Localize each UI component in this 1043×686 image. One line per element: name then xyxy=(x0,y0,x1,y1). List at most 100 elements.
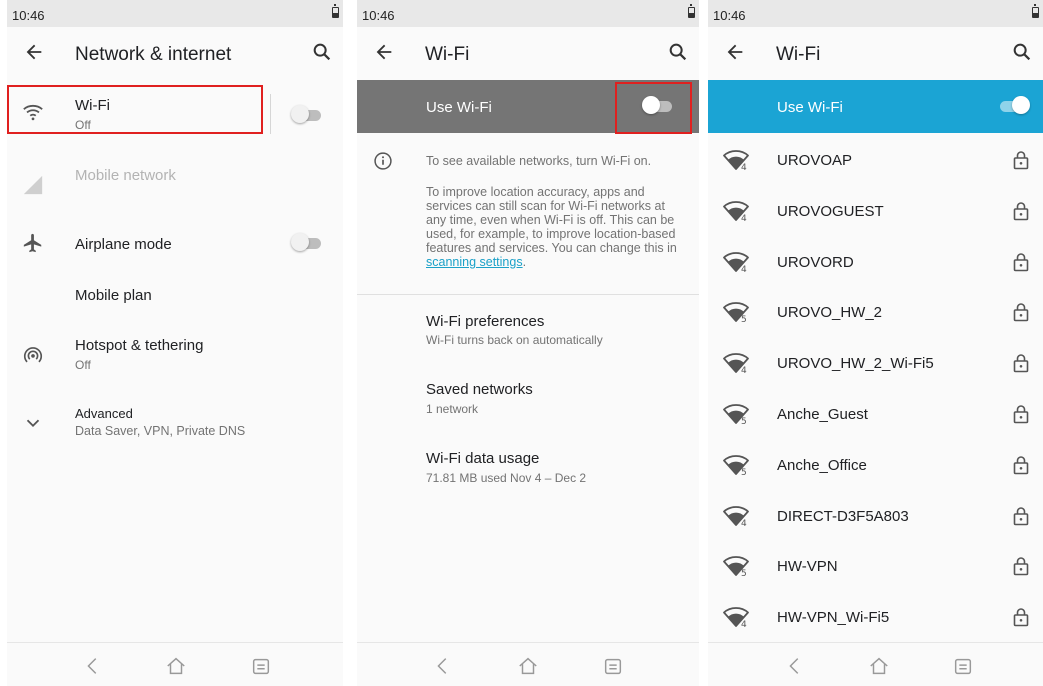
highlight-box xyxy=(615,82,692,134)
nav-home-icon[interactable] xyxy=(517,655,539,677)
info-text-turn-on: To see available networks, turn Wi-Fi on… xyxy=(426,154,652,168)
divider xyxy=(357,294,699,295)
page-title: Wi-Fi xyxy=(776,44,821,65)
back-arrow-icon[interactable] xyxy=(724,41,746,63)
nav-menu-icon[interactable] xyxy=(250,655,272,677)
list-item-wifi-preferences[interactable]: Wi-Fi preferences Wi-Fi turns back on au… xyxy=(357,304,699,362)
search-icon[interactable] xyxy=(667,41,689,63)
use-wifi-label: Use Wi-Fi xyxy=(426,99,492,116)
status-time: 10:46 xyxy=(713,8,746,23)
wifi-signal-icon: 4 xyxy=(723,150,749,171)
wifi-signal-icon: 4 xyxy=(723,505,749,527)
page-title: Network & internet xyxy=(75,44,232,65)
search-icon[interactable] xyxy=(311,41,333,63)
saved-networks-sub: 1 network xyxy=(426,402,479,416)
airplane-mode-label: Airplane mode xyxy=(75,236,172,253)
scanning-settings-link[interactable]: scanning settings xyxy=(426,255,523,269)
nav-home-icon[interactable] xyxy=(868,655,890,677)
svg-text:4: 4 xyxy=(741,620,747,628)
wifi-preferences-sub: Wi-Fi turns back on automatically xyxy=(426,333,603,347)
wifi-toggle[interactable] xyxy=(291,105,323,123)
network-item[interactable]: 4 UROVOGUEST xyxy=(708,186,1043,237)
svg-text:4: 4 xyxy=(741,214,747,222)
list-item-wifi-data-usage[interactable]: Wi-Fi data usage 71.81 MB used Nov 4 – D… xyxy=(357,441,699,499)
nav-back-icon[interactable] xyxy=(82,655,104,677)
back-arrow-icon[interactable] xyxy=(373,41,395,63)
network-item[interactable]: 5 HW-VPN xyxy=(708,541,1043,592)
lock-icon xyxy=(1013,608,1029,627)
nav-menu-icon[interactable] xyxy=(602,655,624,677)
app-bar: Network & internet xyxy=(7,27,343,80)
wifi-signal-icon: 5 xyxy=(723,454,749,476)
svg-text:5: 5 xyxy=(741,569,747,577)
list-item-advanced[interactable]: Advanced Data Saver, VPN, Private DNS xyxy=(7,396,343,446)
network-item[interactable]: 4 UROVO_HW_2_Wi-Fi5 xyxy=(708,338,1043,389)
lock-icon xyxy=(1013,303,1029,322)
list-item-hotspot[interactable]: Hotspot & tethering Off xyxy=(7,326,343,376)
lock-icon xyxy=(1013,252,1029,271)
nav-menu-icon[interactable] xyxy=(952,655,974,677)
chevron-down-icon xyxy=(26,419,40,428)
nav-back-icon[interactable] xyxy=(432,655,454,677)
wifi-off-screen: 10:46 Wi-Fi Use Wi-Fi To see available n… xyxy=(357,0,699,686)
signal-icon xyxy=(23,175,43,195)
network-ssid: UROVORD xyxy=(777,253,854,271)
list-item-mobile-plan[interactable]: Mobile plan xyxy=(7,272,343,320)
network-item[interactable]: 4 HW-VPN_Wi-Fi5 xyxy=(708,592,1043,643)
hotspot-icon xyxy=(23,347,43,363)
network-item[interactable]: 4 UROVORD xyxy=(708,237,1043,288)
wifi-on-screen: 10:46 Wi-Fi Use Wi-Fi 4 UROVOAP 4 UROVOGUES… xyxy=(708,0,1043,686)
network-ssid: Anche_Office xyxy=(777,456,867,474)
wifi-signal-icon: 5 xyxy=(723,302,749,323)
lock-icon xyxy=(1013,506,1029,525)
svg-text:4: 4 xyxy=(741,519,747,527)
use-wifi-toggle[interactable] xyxy=(998,96,1030,114)
use-wifi-label: Use Wi-Fi xyxy=(777,99,843,116)
svg-text:5: 5 xyxy=(741,315,747,323)
app-bar: Wi-Fi xyxy=(708,27,1043,80)
list-item-saved-networks[interactable]: Saved networks 1 network xyxy=(357,372,699,430)
network-item[interactable]: 4 UROVOAP xyxy=(708,135,1043,186)
network-item[interactable]: 5 Anche_Office xyxy=(708,440,1043,491)
nav-home-icon[interactable] xyxy=(165,655,187,677)
network-item[interactable]: 4 DIRECT-D3F5A803 xyxy=(708,491,1043,542)
advanced-label: Advanced xyxy=(75,406,133,421)
wifi-signal-icon: 4 xyxy=(723,251,749,273)
status-time: 10:46 xyxy=(12,8,45,23)
info-icon xyxy=(374,152,392,170)
svg-text:4: 4 xyxy=(741,265,747,273)
status-time: 10:46 xyxy=(362,8,395,23)
lock-icon xyxy=(1013,354,1029,373)
nav-back-icon[interactable] xyxy=(784,655,806,677)
wifi-signal-icon: 4 xyxy=(723,353,749,374)
network-item[interactable]: 5 UROVO_HW_2 xyxy=(708,287,1043,338)
list-item-mobile-network[interactable]: Mobile network xyxy=(7,150,343,210)
wifi-signal-icon: 4 xyxy=(723,200,749,222)
svg-text:5: 5 xyxy=(741,468,747,476)
page-title: Wi-Fi xyxy=(425,44,470,65)
network-ssid: Anche_Guest xyxy=(777,406,868,423)
divider xyxy=(270,94,271,134)
network-ssid: UROVOAP xyxy=(777,152,853,169)
lock-icon xyxy=(1013,151,1029,170)
mobile-network-label: Mobile network xyxy=(75,167,176,184)
back-arrow-icon[interactable] xyxy=(23,41,45,63)
network-ssid: DIRECT-D3F5A803 xyxy=(777,507,909,525)
airplane-icon xyxy=(23,233,42,253)
nav-bar xyxy=(7,642,343,686)
nav-bar xyxy=(708,642,1043,686)
network-ssid: UROVO_HW_2_Wi-Fi5 xyxy=(777,355,934,373)
wifi-preferences-label: Wi-Fi preferences xyxy=(426,313,545,330)
mobile-plan-label: Mobile plan xyxy=(75,287,152,304)
airplane-mode-toggle[interactable] xyxy=(291,233,323,251)
wifi-signal-icon: 4 xyxy=(723,607,749,628)
network-ssid: UROVOGUEST xyxy=(777,202,884,220)
network-ssid: HW-VPN xyxy=(777,558,838,576)
network-item[interactable]: 5 Anche_Guest xyxy=(708,389,1043,440)
use-wifi-bar[interactable]: Use Wi-Fi xyxy=(708,80,1043,133)
lock-icon xyxy=(1013,456,1029,475)
wifi-data-usage-sub: 71.81 MB used Nov 4 – Dec 2 xyxy=(426,471,587,485)
battery-icon xyxy=(332,4,339,18)
nav-bar xyxy=(357,642,699,686)
search-icon[interactable] xyxy=(1011,41,1033,63)
